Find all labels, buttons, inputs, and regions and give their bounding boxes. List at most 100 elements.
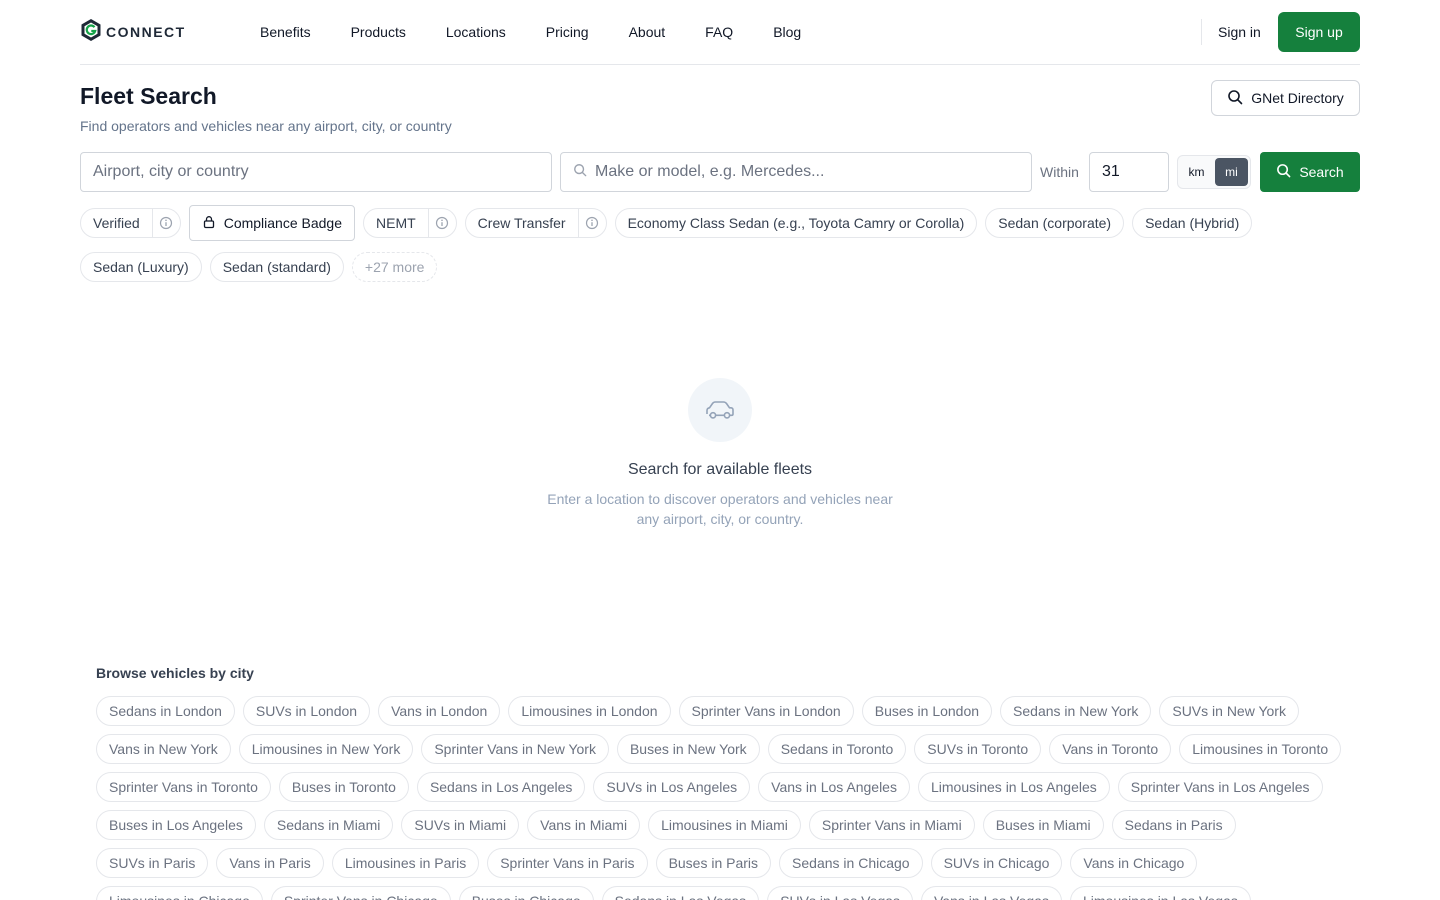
search-icon bbox=[1227, 89, 1243, 108]
city-link[interactable]: Buses in Paris bbox=[655, 848, 772, 878]
city-link[interactable]: Sedans in Chicago bbox=[779, 848, 923, 878]
city-link[interactable]: Sedans in Miami bbox=[263, 810, 394, 840]
city-link[interactable]: Limousines in London bbox=[508, 696, 671, 726]
city-link[interactable]: Buses in London bbox=[861, 696, 993, 726]
city-link[interactable]: Limousines in Miami bbox=[648, 810, 801, 840]
city-link[interactable]: Limousines in Toronto bbox=[1179, 734, 1342, 764]
city-link[interactable]: Vans in Toronto bbox=[1049, 734, 1172, 764]
info-icon[interactable] bbox=[427, 209, 456, 237]
city-link[interactable]: Sprinter Vans in Los Angeles bbox=[1117, 772, 1323, 802]
city-link[interactable]: Sedans in London bbox=[96, 696, 235, 726]
city-link[interactable]: SUVs in Toronto bbox=[914, 734, 1042, 764]
city-link[interactable]: Vans in New York bbox=[96, 734, 231, 764]
filter-crew-transfer-label: Crew Transfer bbox=[477, 215, 566, 231]
city-link[interactable]: Vans in Miami bbox=[527, 810, 641, 840]
city-link[interactable]: Sedans in Los Angeles bbox=[416, 772, 586, 802]
main-nav: Benefits Products Locations Pricing Abou… bbox=[260, 22, 841, 42]
nav-blog[interactable]: Blog bbox=[773, 22, 801, 42]
city-link[interactable]: Buses in New York bbox=[616, 734, 760, 764]
city-link[interactable]: SUVs in London bbox=[242, 696, 371, 726]
info-icon[interactable] bbox=[577, 209, 606, 237]
city-link[interactable]: Sprinter Vans in London bbox=[678, 696, 854, 726]
city-link[interactable]: SUVs in Los Angeles bbox=[593, 772, 751, 802]
city-link[interactable]: SUVs in Miami bbox=[401, 810, 520, 840]
lock-icon bbox=[202, 215, 216, 232]
filter-chips: Verified Compliance Badge NEMT Crew Tran… bbox=[80, 205, 1360, 293]
unit-mi-option[interactable]: mi bbox=[1215, 158, 1248, 186]
city-link[interactable]: SUVs in Las Vegas bbox=[767, 886, 914, 900]
model-field bbox=[560, 152, 1032, 192]
info-icon[interactable] bbox=[151, 209, 180, 237]
more-filters-button[interactable]: +27 more bbox=[351, 252, 438, 282]
filter-nemt[interactable]: NEMT bbox=[363, 208, 457, 238]
filter-sedan-luxury[interactable]: Sedan (Luxury) bbox=[80, 252, 202, 282]
sign-in-link[interactable]: Sign in bbox=[1218, 22, 1261, 42]
radius-input[interactable] bbox=[1102, 153, 1168, 191]
unit-km-option[interactable]: km bbox=[1180, 158, 1213, 186]
city-link[interactable]: Sprinter Vans in Paris bbox=[487, 848, 648, 878]
city-link[interactable]: Buses in Miami bbox=[982, 810, 1104, 840]
gnet-directory-label: GNet Directory bbox=[1251, 90, 1344, 106]
nav-faq[interactable]: FAQ bbox=[705, 22, 733, 42]
filter-row-2: Sedan (Luxury) Sedan (standard) +27 more bbox=[80, 252, 1360, 282]
city-link[interactable]: Sprinter Vans in New York bbox=[421, 734, 609, 764]
filter-row-1: Verified Compliance Badge NEMT Crew Tran… bbox=[80, 205, 1360, 241]
logo-text: CONNECT bbox=[106, 24, 186, 40]
header-divider bbox=[1201, 19, 1202, 45]
logo[interactable]: CONNECT bbox=[80, 18, 186, 47]
city-link[interactable]: Sedans in Toronto bbox=[767, 734, 907, 764]
filter-compliance-badge[interactable]: Compliance Badge bbox=[188, 205, 355, 241]
filter-verified[interactable]: Verified bbox=[80, 208, 181, 238]
city-link[interactable]: Buses in Chicago bbox=[458, 886, 594, 900]
city-link[interactable]: Limousines in Las Vegas bbox=[1069, 886, 1251, 900]
city-link[interactable]: Sedans in Paris bbox=[1111, 810, 1236, 840]
filter-crew-transfer[interactable]: Crew Transfer bbox=[464, 208, 607, 238]
city-links-list: Sedans in London SUVs in London Vans in Lo… bbox=[96, 696, 1356, 900]
city-link[interactable]: SUVs in New York bbox=[1159, 696, 1299, 726]
location-input[interactable] bbox=[93, 153, 551, 191]
search-button-label: Search bbox=[1299, 164, 1344, 180]
nav-locations[interactable]: Locations bbox=[446, 22, 506, 42]
city-link[interactable]: Limousines in Chicago bbox=[96, 886, 263, 900]
filter-vehicle-label: Economy Class Sedan (e.g., Toyota Camry … bbox=[627, 215, 965, 231]
city-link[interactable]: Buses in Toronto bbox=[278, 772, 409, 802]
filter-vehicle-label: Sedan (corporate) bbox=[998, 215, 1112, 231]
filter-vehicle-label: Sedan (standard) bbox=[222, 259, 331, 275]
nav-about[interactable]: About bbox=[629, 22, 666, 42]
city-link[interactable]: Sprinter Vans in Toronto bbox=[96, 772, 271, 802]
filter-nemt-label: NEMT bbox=[376, 215, 416, 231]
model-input[interactable] bbox=[595, 153, 1031, 191]
nav-products[interactable]: Products bbox=[351, 22, 406, 42]
city-link[interactable]: Limousines in New York bbox=[238, 734, 414, 764]
browse-by-city-heading: Browse vehicles by city bbox=[96, 665, 254, 681]
within-label: Within bbox=[1040, 164, 1079, 180]
nav-benefits[interactable]: Benefits bbox=[260, 22, 311, 42]
city-link[interactable]: Limousines in Paris bbox=[331, 848, 480, 878]
city-link[interactable]: SUVs in Paris bbox=[96, 848, 209, 878]
filter-vehicle-label: Sedan (Hybrid) bbox=[1145, 215, 1240, 231]
city-link[interactable]: Vans in Las Vegas bbox=[921, 886, 1062, 900]
nav-pricing[interactable]: Pricing bbox=[546, 22, 589, 42]
city-link[interactable]: Sprinter Vans in Chicago bbox=[270, 886, 451, 900]
city-link[interactable]: Vans in London bbox=[378, 696, 501, 726]
gnet-directory-button[interactable]: GNet Directory bbox=[1211, 80, 1360, 116]
g-hexagon-logo-icon bbox=[80, 18, 102, 47]
filter-verified-label: Verified bbox=[93, 215, 140, 231]
search-button[interactable]: Search bbox=[1260, 152, 1360, 192]
city-link[interactable]: Vans in Chicago bbox=[1070, 848, 1198, 878]
city-link[interactable]: Sedans in Las Vegas bbox=[601, 886, 760, 900]
empty-state-desc-line1: Enter a location to discover operators a… bbox=[547, 491, 893, 507]
city-link[interactable]: Sedans in New York bbox=[1000, 696, 1152, 726]
city-link[interactable]: Vans in Paris bbox=[216, 848, 324, 878]
filter-sedan-corporate[interactable]: Sedan (corporate) bbox=[985, 208, 1125, 238]
city-link[interactable]: Buses in Los Angeles bbox=[96, 810, 256, 840]
city-link[interactable]: SUVs in Chicago bbox=[930, 848, 1063, 878]
city-link[interactable]: Vans in Los Angeles bbox=[758, 772, 910, 802]
city-link[interactable]: Sprinter Vans in Miami bbox=[808, 810, 975, 840]
page-subtitle: Find operators and vehicles near any air… bbox=[80, 118, 452, 134]
filter-economy-sedan[interactable]: Economy Class Sedan (e.g., Toyota Camry … bbox=[614, 208, 978, 238]
city-link[interactable]: Limousines in Los Angeles bbox=[917, 772, 1110, 802]
sign-up-button[interactable]: Sign up bbox=[1278, 12, 1360, 52]
filter-sedan-standard[interactable]: Sedan (standard) bbox=[209, 252, 344, 282]
filter-sedan-hybrid[interactable]: Sedan (Hybrid) bbox=[1132, 208, 1253, 238]
